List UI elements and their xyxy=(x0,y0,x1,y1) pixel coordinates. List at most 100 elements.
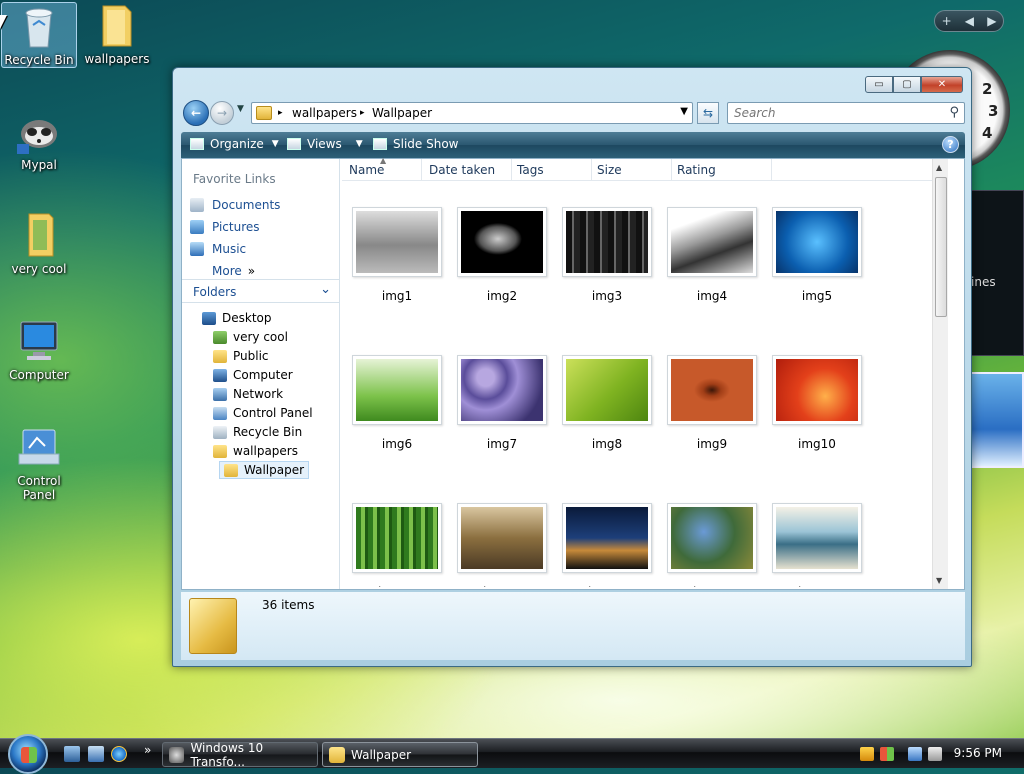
slideshow-button[interactable]: Slide Show xyxy=(373,137,458,151)
recycle-bin-icon xyxy=(25,8,53,48)
scrollbar-thumb[interactable] xyxy=(935,177,947,317)
help-button[interactable]: ? xyxy=(942,136,959,153)
tree-item-very-cool[interactable]: very cool xyxy=(213,330,288,344)
file-name: img6 xyxy=(381,437,413,451)
forward-button[interactable]: → xyxy=(210,101,234,125)
tree-item-public[interactable]: Public xyxy=(213,349,269,363)
column-divider[interactable] xyxy=(511,159,512,181)
tree-item-recycle-bin[interactable]: Recycle Bin xyxy=(213,425,302,439)
address-bar[interactable]: ▸ wallpapers ▸ Wallpaper ▼ xyxy=(251,102,693,124)
clock-number: 2 xyxy=(982,80,993,98)
taskbar: » Windows 10 Transfo... Wallpaper 9:56 P… xyxy=(0,734,1024,774)
file-name: img2 xyxy=(486,289,518,303)
column-divider[interactable] xyxy=(671,159,672,181)
column-divider[interactable] xyxy=(771,159,772,181)
file-thumbnail-img15[interactable]: img15 xyxy=(772,503,862,587)
slideshow-gadget[interactable] xyxy=(968,372,1024,468)
column-divider[interactable] xyxy=(421,159,422,181)
views-button[interactable]: Views ▼ xyxy=(287,137,363,151)
column-header-date-taken[interactable]: Date taken xyxy=(429,163,495,177)
organize-icon xyxy=(190,138,204,150)
breadcrumb-separator[interactable]: ▸ xyxy=(278,108,283,118)
feed-gadget[interactable]: ines xyxy=(968,190,1024,356)
sidebar-gadget-controls[interactable]: + ◀ ▶ xyxy=(934,10,1004,32)
file-thumbnail-img2[interactable]: img2 xyxy=(457,207,547,303)
desktop-icon-control-panel[interactable]: Control Panel xyxy=(1,424,77,502)
column-header-size[interactable]: Size xyxy=(597,163,622,177)
refresh-button[interactable]: ⇆ xyxy=(697,102,719,124)
tree-item-wallpaper[interactable]: Wallpaper xyxy=(219,461,310,479)
desktop-icon-computer[interactable]: Computer xyxy=(1,318,77,382)
thumbnail-frame xyxy=(772,355,862,425)
breadcrumb-wallpapers[interactable]: wallpapers xyxy=(292,106,357,120)
thumbnail-image xyxy=(461,211,543,273)
file-thumbnail-img9[interactable]: img9 xyxy=(667,355,757,451)
tree-item-desktop[interactable]: Desktop xyxy=(202,311,272,325)
folders-section-header[interactable]: Folders ⌄ xyxy=(182,279,339,303)
address-dropdown-icon[interactable]: ▼ xyxy=(680,106,688,117)
scroll-down-icon[interactable]: ▼ xyxy=(936,576,942,585)
desktop-icon-very-cool[interactable]: very cool xyxy=(1,212,77,276)
tree-item-computer[interactable]: Computer xyxy=(213,368,293,382)
file-thumbnail-img12[interactable]: img12 xyxy=(457,503,547,587)
column-header-tags[interactable]: Tags xyxy=(517,163,544,177)
start-button[interactable] xyxy=(8,734,48,774)
desktop-icon-wallpapers[interactable]: wallpapers xyxy=(79,2,155,66)
next-gadget-icon[interactable]: ▶ xyxy=(987,14,996,28)
explorer-window[interactable]: ▭ ▢ ✕ ← → ▼ ▸ wallpapers ▸ Wallpaper ▼ ⇆… xyxy=(172,67,972,667)
file-name: img4 xyxy=(696,289,728,303)
column-header-name[interactable]: Name xyxy=(349,163,384,177)
file-thumbnail-img13[interactable]: img13 xyxy=(562,503,652,587)
tree-item-control-panel[interactable]: Control Panel xyxy=(213,406,313,420)
volume-muted-icon[interactable] xyxy=(928,747,942,761)
show-desktop-icon[interactable] xyxy=(64,746,80,762)
scroll-up-icon[interactable]: ▲ xyxy=(936,163,942,172)
taskbar-button-wallpaper[interactable]: Wallpaper xyxy=(322,742,478,767)
prev-gadget-icon[interactable]: ◀ xyxy=(965,14,974,28)
breadcrumb-separator[interactable]: ▸ xyxy=(360,108,365,118)
windows-security-icon[interactable] xyxy=(880,747,894,761)
file-thumbnail-img6[interactable]: img6 xyxy=(352,355,442,451)
search-input[interactable] xyxy=(732,104,932,122)
tree-item-wallpapers[interactable]: wallpapers xyxy=(213,444,298,458)
favorite-link-label: Documents xyxy=(212,198,281,212)
search-icon[interactable]: ⚲ xyxy=(949,105,959,120)
folder-icon xyxy=(213,349,227,363)
column-header-rating[interactable]: Rating xyxy=(677,163,716,177)
favorite-link-music[interactable]: Music xyxy=(190,242,246,256)
file-thumbnail-img3[interactable]: img3 xyxy=(562,207,652,303)
favorite-link-pictures[interactable]: Pictures xyxy=(190,220,260,234)
file-thumbnail-img11[interactable]: img11 xyxy=(352,503,442,587)
taskbar-button-windows10-transformation[interactable]: Windows 10 Transfo... xyxy=(162,741,318,769)
organize-button[interactable]: Organize ▼ xyxy=(190,137,279,151)
file-thumbnail-img1[interactable]: img1 xyxy=(352,207,442,303)
file-thumbnail-img8[interactable]: img8 xyxy=(562,355,652,451)
favorite-link-documents[interactable]: Documents xyxy=(190,198,280,212)
internet-explorer-icon[interactable] xyxy=(111,746,127,762)
recent-pages-dropdown-icon[interactable]: ▼ xyxy=(237,104,244,114)
file-thumbnail-img7[interactable]: img7 xyxy=(457,355,547,451)
quick-launch-more-icon[interactable]: » xyxy=(144,743,151,757)
minimize-button[interactable]: ▭ xyxy=(865,76,893,93)
network-icon[interactable] xyxy=(908,747,922,761)
file-thumbnail-img5[interactable]: img5 xyxy=(772,207,862,303)
search-box[interactable]: ⚲ xyxy=(727,102,965,124)
security-shield-icon[interactable] xyxy=(860,747,874,761)
switch-windows-icon[interactable] xyxy=(88,746,104,762)
clock-time[interactable]: 9:56 PM xyxy=(954,746,1002,760)
close-button[interactable]: ✕ xyxy=(921,76,963,93)
desktop-icon-recycle-bin[interactable]: Recycle Bin xyxy=(1,2,77,68)
file-thumbnail-img14[interactable]: img14 xyxy=(667,503,757,587)
vertical-scrollbar[interactable]: ▲ ▼ xyxy=(932,159,948,589)
column-divider[interactable] xyxy=(591,159,592,181)
breadcrumb-wallpaper[interactable]: Wallpaper xyxy=(372,106,432,120)
back-button[interactable]: ← xyxy=(183,100,209,126)
desktop-icon-mypal[interactable]: Mypal xyxy=(1,108,77,172)
file-thumbnail-img4[interactable]: img4 xyxy=(667,207,757,303)
maximize-button[interactable]: ▢ xyxy=(893,76,921,93)
add-gadget-button[interactable]: + xyxy=(942,14,952,28)
tree-item-network[interactable]: Network xyxy=(213,387,283,401)
file-thumbnail-img10[interactable]: img10 xyxy=(772,355,862,451)
thumbnail-grid: img1 img2 img3 img4 img5 img6 img7 img8 … xyxy=(342,181,948,587)
favorite-link-more[interactable]: More » xyxy=(212,264,255,278)
